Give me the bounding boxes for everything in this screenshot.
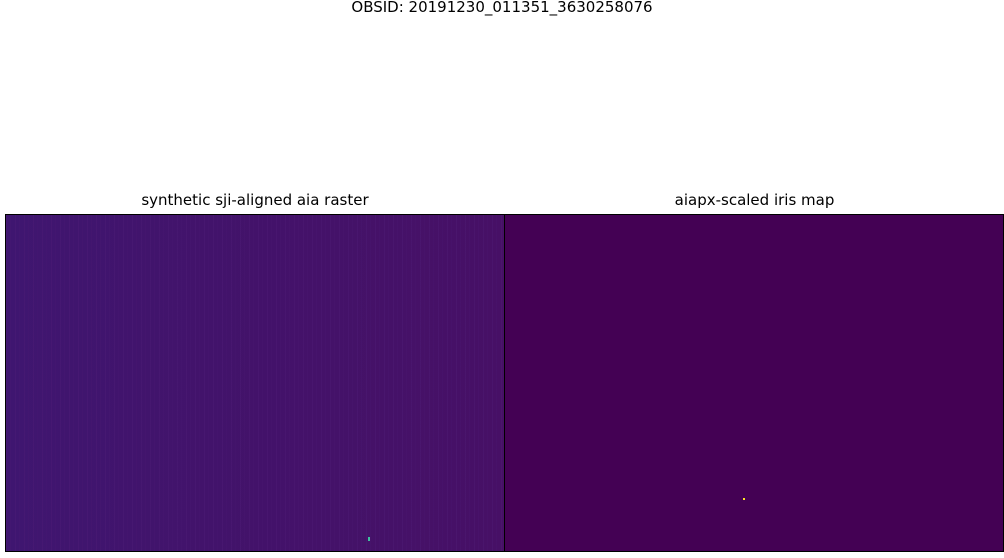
figure-title: OBSID: 20191230_011351_3630258076 xyxy=(351,0,653,16)
figure: OBSID: 20191230_011351_3630258076 synthe… xyxy=(0,0,1004,558)
aia-raster-image xyxy=(5,214,505,552)
iris-map-image xyxy=(505,214,1004,552)
bright-pixel-speck xyxy=(368,537,370,541)
bright-pixel-dot xyxy=(743,498,745,500)
right-panel-title: aiapx-scaled iris map xyxy=(674,191,835,209)
left-panel-title: synthetic sji-aligned aia raster xyxy=(141,191,369,209)
